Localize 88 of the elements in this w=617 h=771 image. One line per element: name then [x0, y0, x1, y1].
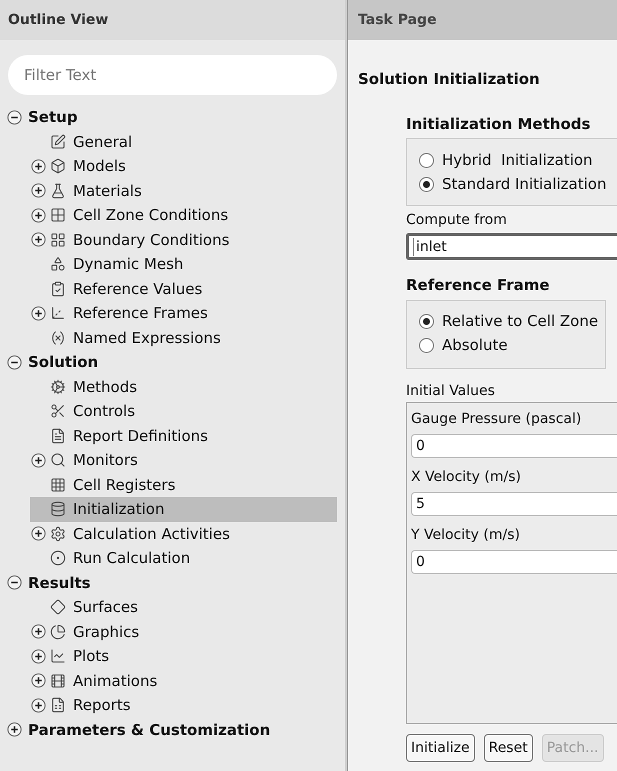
expand-icon[interactable]	[31, 673, 46, 688]
line-chart-icon	[50, 648, 66, 664]
cylinder-icon	[50, 501, 66, 518]
function-icon	[50, 330, 66, 346]
value-field[interactable]: 0	[411, 434, 617, 458]
tree-item[interactable]: Models	[30, 154, 337, 178]
tree-item[interactable]: Monitors	[30, 448, 337, 472]
expand-icon[interactable]	[31, 452, 46, 468]
tree-item[interactable]: General	[30, 130, 337, 154]
expand-icon[interactable]	[31, 698, 46, 713]
action-button[interactable]: Reset	[484, 734, 533, 762]
expand-icon[interactable]	[31, 232, 46, 248]
tree-item[interactable]: Dynamic Mesh	[30, 252, 337, 276]
tree-item[interactable]: Run Calculation	[30, 546, 337, 570]
radio-label[interactable]: Standard Initialization	[442, 172, 606, 196]
action-button[interactable]: Initialize	[406, 734, 475, 762]
cube-icon	[50, 158, 66, 174]
grid-icon	[50, 207, 66, 224]
field-label: X Velocity (m/s)	[411, 468, 522, 486]
expand-icon[interactable]	[31, 526, 46, 542]
radio-label[interactable]: Hybrid Initialization	[442, 148, 593, 172]
tree-item[interactable]: Reference Frames	[30, 301, 337, 326]
radio-button[interactable]	[419, 338, 434, 353]
tree-item[interactable]: Boundary Conditions	[30, 228, 337, 252]
tree-section[interactable]: Results	[28, 572, 91, 594]
grid-icon	[50, 232, 66, 248]
filter-field[interactable]: Filter Text	[8, 55, 337, 95]
tree-item[interactable]: Plots	[30, 644, 337, 668]
expand-icon[interactable]	[31, 158, 46, 174]
tree-item[interactable]: Materials	[30, 178, 337, 203]
tree-item[interactable]: Calculation Activities	[30, 522, 337, 546]
tree-section[interactable]: Solution	[28, 351, 98, 374]
axes-icon	[50, 305, 66, 322]
diamond-icon	[50, 599, 66, 616]
film-icon	[50, 672, 66, 689]
tree-item[interactable]: Cell Registers	[30, 472, 337, 497]
collapse-icon[interactable]	[7, 354, 22, 370]
pen-square-icon	[50, 134, 66, 150]
tree-item[interactable]: Animations	[30, 668, 337, 693]
shapes-icon	[50, 256, 66, 272]
radio-label[interactable]: Absolute	[442, 334, 508, 357]
gear-icon	[50, 378, 66, 395]
radio-label[interactable]: Relative to Cell Zone	[442, 310, 598, 333]
page-heading: Solution Initialization	[358, 69, 541, 90]
tree-section[interactable]: Parameters & Customization	[28, 718, 270, 741]
tree-item[interactable]: Surfaces	[30, 595, 337, 620]
panel-title: Outline View	[8, 10, 108, 30]
expand-icon[interactable]	[31, 183, 46, 198]
spreadsheet-icon	[50, 697, 66, 714]
expand-icon[interactable]	[31, 306, 46, 321]
grid-icon	[50, 476, 66, 493]
expand-icon[interactable]	[31, 648, 46, 664]
tree-item[interactable]: Initialization	[30, 497, 337, 522]
expand-icon[interactable]	[7, 722, 22, 738]
expand-icon[interactable]	[31, 624, 46, 640]
gear-icon	[50, 526, 66, 542]
clipboard-icon	[50, 280, 66, 297]
flask-icon	[50, 182, 66, 199]
circle-icon	[50, 550, 66, 566]
radio-button[interactable]	[419, 314, 434, 329]
value-field[interactable]: 5	[411, 492, 617, 516]
field-label: Gauge Pressure (pascal)	[411, 410, 582, 428]
magnifier-icon	[50, 452, 66, 468]
tree-section[interactable]: Setup	[28, 106, 78, 128]
scissors-icon	[50, 403, 66, 420]
value-field[interactable]: 0	[411, 550, 617, 574]
document-icon	[50, 428, 66, 444]
radio-button[interactable]	[419, 176, 434, 192]
collapse-icon[interactable]	[7, 575, 22, 590]
dropdown-field[interactable]: inlet	[406, 233, 617, 260]
tree-item[interactable]: Methods	[30, 374, 337, 399]
group-title: Initialization Methods	[406, 114, 592, 134]
group-title: Reference Frame	[406, 275, 551, 296]
panel-title: Task Page	[358, 10, 437, 30]
tree-item[interactable]: Report Definitions	[30, 424, 337, 448]
tree-item[interactable]: Named Expressions	[30, 326, 337, 350]
expand-icon[interactable]	[31, 208, 46, 223]
tree-item[interactable]: Graphics	[30, 620, 337, 644]
tree-item[interactable]: Reports	[30, 693, 337, 718]
tree-item[interactable]: Cell Zone Conditions	[30, 203, 337, 228]
field-label: Y Velocity (m/s)	[411, 526, 521, 544]
field-label: Compute from	[406, 211, 508, 230]
radio-button[interactable]	[419, 152, 434, 168]
tree-item[interactable]: Controls	[30, 399, 337, 424]
pie-chart-icon	[50, 624, 66, 640]
collapse-icon[interactable]	[7, 110, 22, 125]
tree-item[interactable]: Reference Values	[30, 276, 337, 301]
field-label: Initial Values	[406, 382, 496, 400]
